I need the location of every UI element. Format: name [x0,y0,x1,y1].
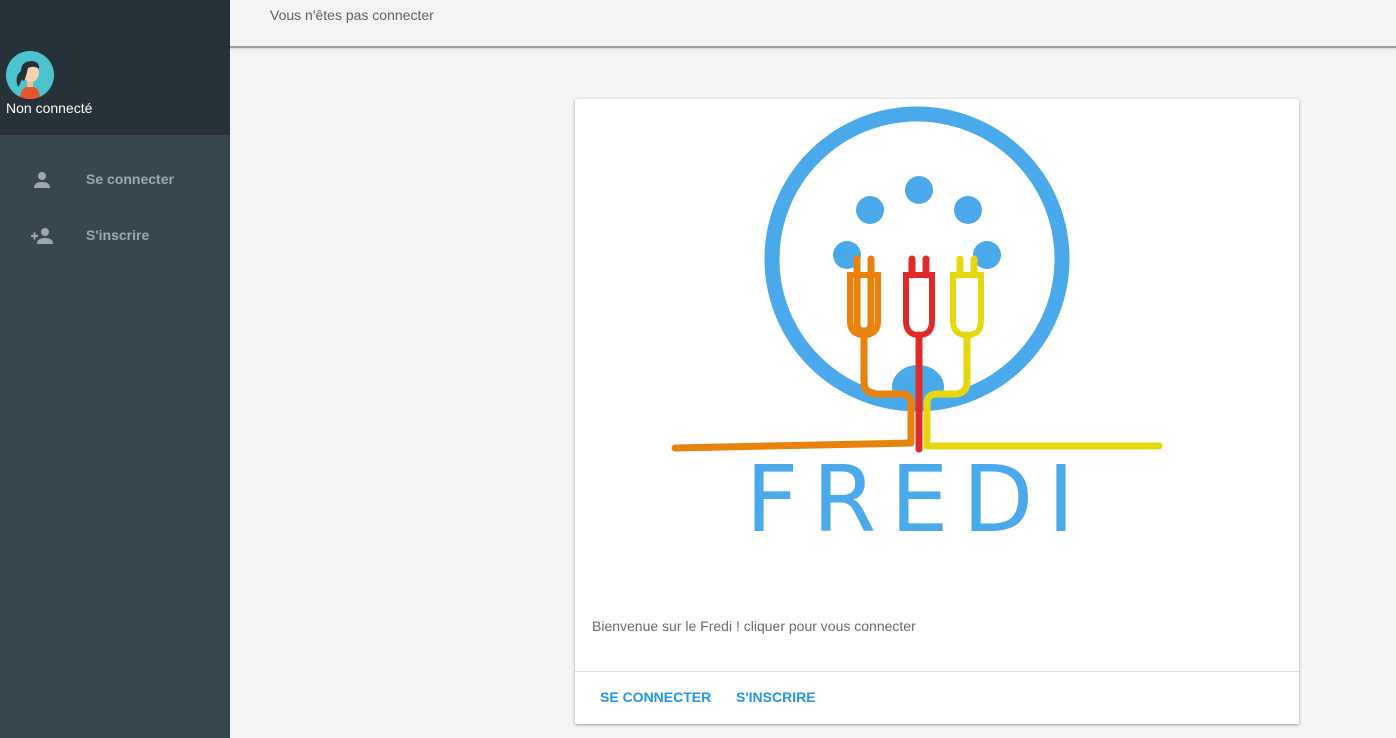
sidebar: Non connecté Se connecter S'inscrire [0,0,230,738]
user-status-label: Non connecté [6,100,93,116]
sidebar-item-label: S'inscrire [86,227,150,243]
login-button[interactable]: SE CONNECTER [600,689,711,705]
card-divider [575,671,1299,672]
register-button[interactable]: S'INSCRIRE [736,689,816,705]
sidebar-item-register[interactable]: S'inscrire [0,207,230,263]
fredi-logo: FREDI [575,99,1299,559]
logo-text: FREDI [746,446,1089,553]
top-bar: Vous n'êtes pas connecter [230,0,1396,48]
sidebar-item-login[interactable]: Se connecter [0,151,230,207]
welcome-card: FREDI Bienvenue sur le Fredi ! cliquer p… [575,99,1299,724]
person-icon [30,168,54,192]
connection-status-text: Vous n'êtes pas connecter [270,7,434,23]
welcome-text: Bienvenue sur le Fredi ! cliquer pour vo… [592,618,916,634]
sidebar-item-label: Se connecter [86,171,174,187]
person-add-icon [30,224,54,248]
user-avatar-icon [6,51,54,99]
sidebar-header: Non connecté [0,0,230,135]
